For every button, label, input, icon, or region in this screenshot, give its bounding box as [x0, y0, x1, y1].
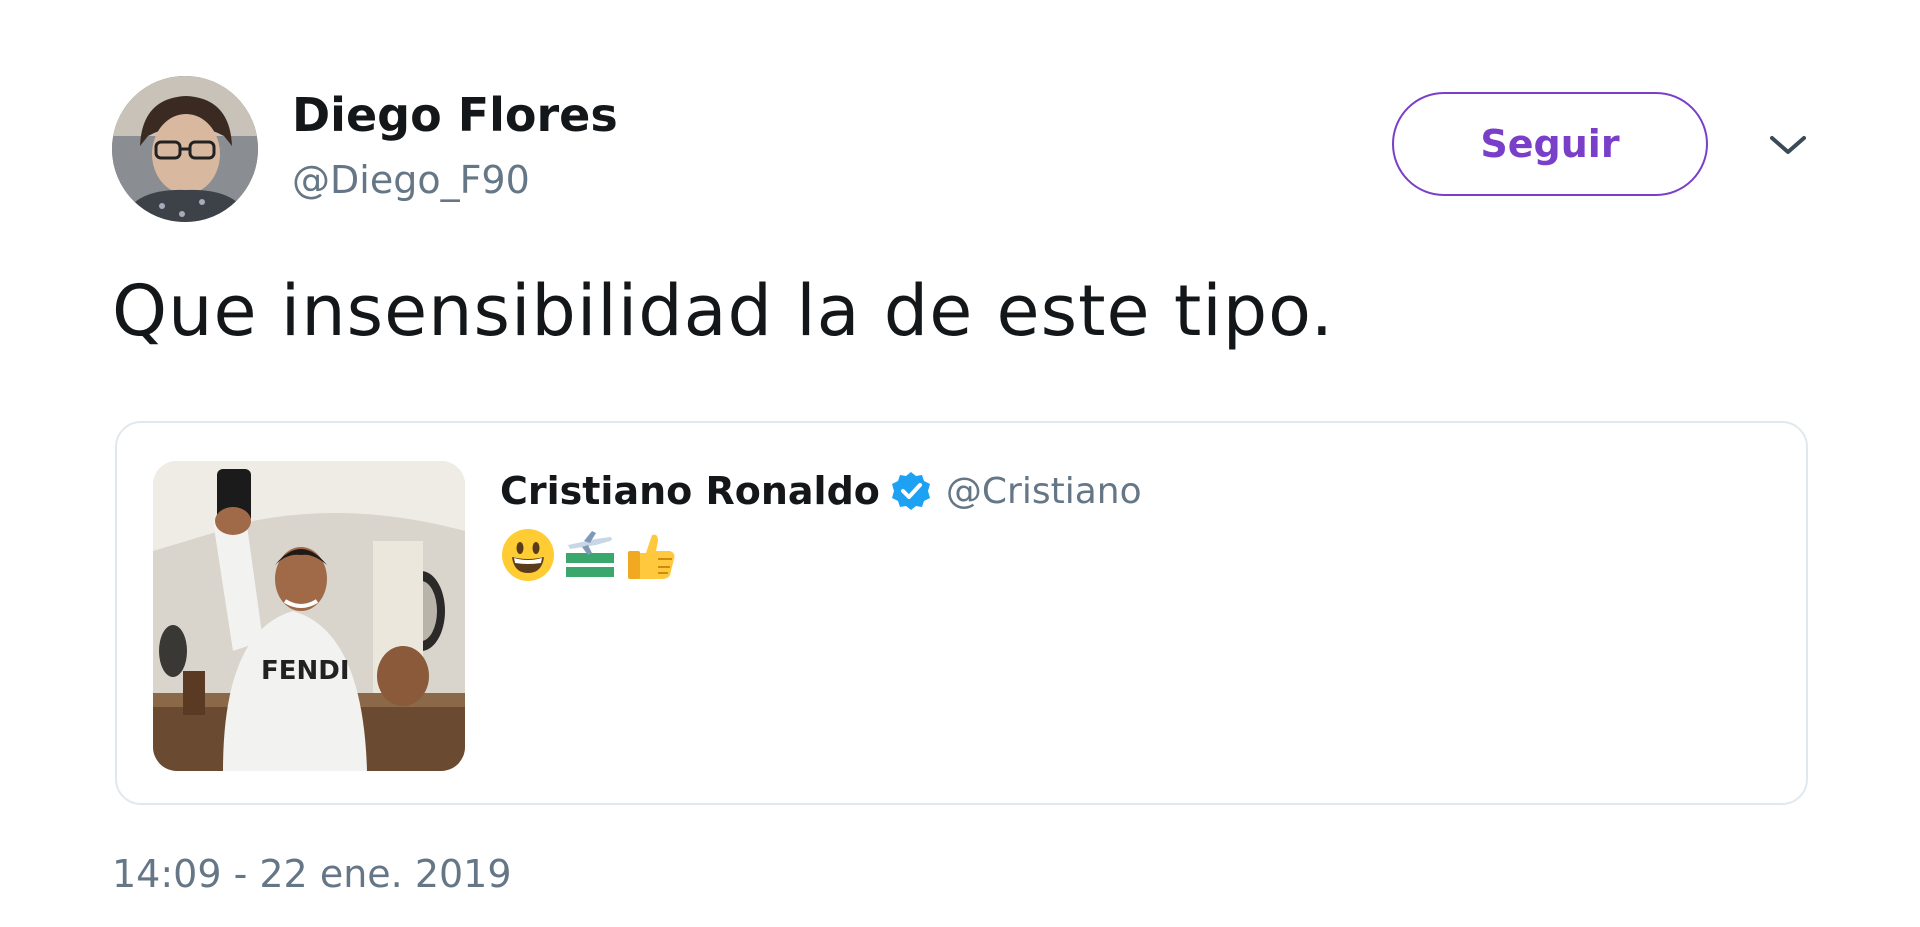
author-handle[interactable]: @Diego_F90	[292, 158, 530, 202]
quoted-tweet-card[interactable]: FENDI Cristiano Ronaldo @Cristiano	[115, 421, 1808, 805]
quoted-author-name[interactable]: Cristiano Ronaldo	[500, 469, 880, 513]
thumbs-up-icon	[628, 534, 675, 579]
author-name[interactable]: Diego Flores	[292, 88, 618, 142]
verified-badge-icon	[891, 472, 930, 510]
airplane-sticker-icon	[566, 531, 614, 577]
quoted-tweet-header: Cristiano Ronaldo @Cristiano	[500, 469, 1142, 513]
tweet-timestamp[interactable]: 14:09 - 22 ene. 2019	[112, 852, 512, 896]
grinning-face-icon	[502, 529, 554, 581]
author-avatar[interactable]	[112, 76, 258, 222]
tweet: Diego Flores @Diego_F90 Seguir Que insen…	[0, 0, 1920, 927]
chevron-down-icon[interactable]	[1766, 130, 1810, 160]
quoted-tweet-text	[500, 527, 680, 583]
quoted-author-handle[interactable]: @Cristiano	[946, 471, 1142, 512]
tweet-text: Que insensibilidad la de este tipo.	[112, 270, 1335, 352]
quoted-tweet-photo[interactable]: FENDI	[153, 461, 465, 771]
follow-button[interactable]: Seguir	[1392, 92, 1708, 196]
svg-text:FENDI: FENDI	[261, 656, 350, 686]
